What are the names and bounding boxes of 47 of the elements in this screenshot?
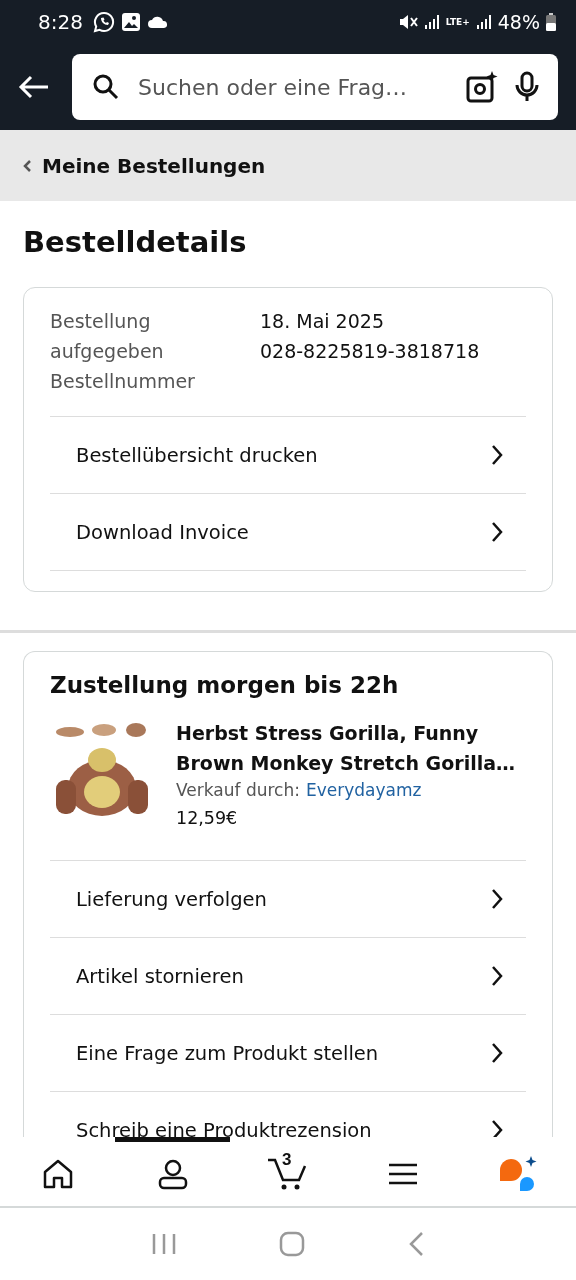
battery-icon	[546, 13, 556, 31]
link-row[interactable]: Download Invoice	[50, 493, 526, 570]
mute-icon	[397, 13, 418, 31]
action-row[interactable]: Artikel stornieren	[50, 937, 526, 1014]
action-row[interactable]: Eine Frage zum Produkt stellen	[50, 1014, 526, 1091]
chevron-right-icon	[490, 444, 504, 466]
seller-link[interactable]: Everydayamz	[305, 780, 422, 800]
chevron-right-icon	[490, 1119, 504, 1137]
home-icon	[41, 1159, 74, 1189]
link-row[interactable]: Bestellübersicht drucken	[50, 416, 526, 493]
breadcrumb-link[interactable]: Meine Bestellungen	[22, 153, 266, 178]
search-icon	[92, 73, 120, 101]
chevron-right-icon	[490, 521, 504, 543]
clock: 8:28	[38, 10, 83, 34]
field-value: 028-8225819-3818718	[260, 339, 480, 364]
field-label: Bestellnummer	[50, 369, 196, 394]
signal-icon	[475, 14, 492, 30]
product-price: 12,59€	[176, 808, 239, 828]
camera-icon[interactable]	[466, 71, 498, 103]
field-value: 18. Mai 2025	[260, 309, 385, 334]
search-field[interactable]: Suchen oder eine Frag…	[136, 73, 450, 101]
field-label: Bestellung aufgegeben	[50, 309, 165, 364]
chevron-right-icon	[490, 1042, 504, 1064]
person-icon	[156, 1158, 189, 1190]
back-icon[interactable]	[407, 1231, 425, 1257]
chevron-left-icon	[22, 158, 32, 173]
chevron-right-icon	[490, 888, 504, 910]
home-button-icon[interactable]	[279, 1231, 305, 1257]
image-icon	[120, 12, 141, 32]
battery-level: 48%	[497, 11, 540, 33]
delivery-heading: Zustellung morgen bis 22h	[50, 672, 400, 698]
cart-count: 3	[282, 1149, 292, 1170]
action-row[interactable]: Lieferung verfolgen	[50, 860, 526, 937]
seller-label: Verkauf durch:	[176, 780, 300, 800]
network-label: LTE+	[445, 17, 470, 27]
chevron-right-icon	[490, 965, 504, 987]
search-bar[interactable]: Suchen oder eine Frag…	[72, 54, 558, 120]
page-title: Bestelldetails	[23, 225, 248, 259]
back-arrow-icon[interactable]	[18, 75, 50, 99]
signal-icon	[423, 14, 440, 30]
product-title[interactable]: Herbst Stress Gorilla, Funny Brown Monkey Stretch Gorilla…	[176, 718, 526, 778]
chat-bubbles-icon	[498, 1156, 539, 1192]
microphone-icon[interactable]	[514, 71, 540, 103]
recent-apps-icon[interactable]	[151, 1232, 177, 1256]
menu-icon	[388, 1162, 419, 1186]
cloud-icon	[146, 15, 169, 29]
chat-icon	[92, 11, 115, 33]
